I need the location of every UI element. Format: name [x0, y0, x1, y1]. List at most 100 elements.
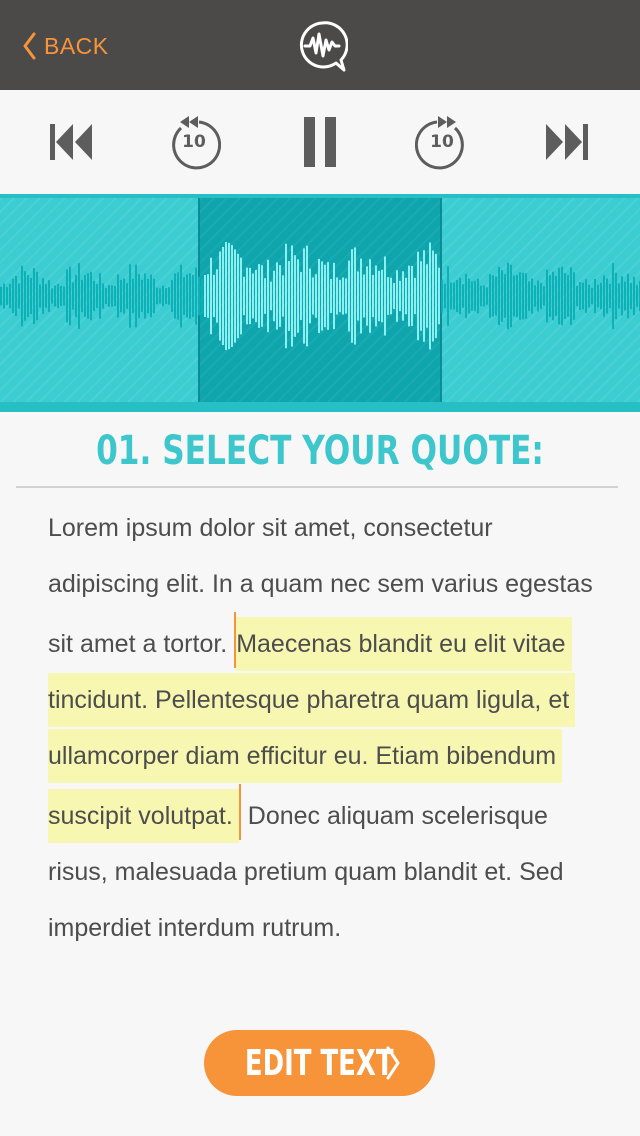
waveform-bar — [177, 272, 179, 320]
waveform-bar — [312, 277, 314, 315]
waveform-bar — [567, 275, 569, 317]
waveform-bar — [315, 274, 317, 318]
waveform-bar — [510, 264, 512, 328]
waveform-bar — [204, 274, 206, 318]
waveform-bar — [48, 280, 50, 312]
waveform-bar — [318, 258, 320, 334]
waveform-bar — [630, 282, 632, 310]
waveform-bar — [345, 278, 347, 314]
forward-10-label: 10 — [430, 132, 454, 152]
waveform-bar — [417, 251, 419, 341]
waveform-bar — [594, 279, 596, 313]
waveform-bar — [174, 273, 176, 319]
skip-back-icon — [50, 124, 92, 160]
waveform-bar — [123, 278, 125, 314]
skip-back-button[interactable] — [40, 90, 104, 194]
waveform-bar — [99, 273, 101, 319]
waveform-bar — [546, 269, 548, 323]
waveform-bar — [486, 287, 488, 305]
waveform-bar — [336, 277, 338, 315]
waveform-bar — [591, 287, 593, 305]
waveform-bar — [42, 278, 44, 314]
waveform-bar — [366, 266, 368, 326]
waveform-bar — [57, 283, 59, 309]
waveform-bar — [327, 262, 329, 330]
waveform-bar — [78, 263, 80, 329]
waveform-bar — [429, 242, 431, 350]
waveform-bar — [288, 261, 290, 331]
waveform-bar — [24, 271, 26, 321]
waveform-bar — [513, 275, 515, 317]
edit-text-button[interactable]: EDIT TEXT — [204, 1030, 435, 1096]
waveform-bar — [357, 271, 359, 321]
waveform-bar — [6, 287, 8, 305]
waveform-bar — [393, 283, 395, 309]
waveform-bar — [186, 274, 188, 318]
waveform-bar — [135, 264, 137, 328]
waveform-bar — [51, 288, 53, 304]
waveform-bar — [285, 243, 287, 349]
waveform-bar — [411, 265, 413, 327]
waveform-bar — [447, 266, 449, 326]
waveform-bar — [339, 279, 341, 313]
waveform-bar — [372, 274, 374, 318]
chevron-right-icon — [386, 1046, 400, 1080]
waveform-bar — [3, 283, 5, 309]
waveform-bar — [228, 242, 230, 350]
waveform-bar — [405, 277, 407, 315]
forward-10-button[interactable]: 10 — [410, 90, 474, 194]
waveform-bar — [423, 250, 425, 342]
waveform-bar — [396, 270, 398, 322]
waveform-bar — [84, 275, 86, 317]
waveform-bar — [354, 247, 356, 345]
waveform-bar — [450, 282, 452, 310]
waveform-bar — [555, 276, 557, 316]
audio-waveform[interactable] — [0, 194, 640, 412]
waveform-bar — [264, 278, 266, 314]
back-label: BACK — [44, 32, 109, 59]
skip-forward-button[interactable] — [534, 90, 598, 194]
waveform-bar — [237, 253, 239, 339]
waveform-bar — [249, 267, 251, 325]
waveform-bar — [87, 273, 89, 319]
waveform-bar — [465, 273, 467, 319]
waveform-bar — [381, 269, 383, 323]
waveform-bar — [474, 280, 476, 312]
waveform-bar — [219, 251, 221, 341]
waveform-bar — [549, 275, 551, 317]
waveform-bar — [54, 285, 56, 307]
waveform-bar — [267, 259, 269, 333]
waveform-bar — [216, 269, 218, 323]
waveform-bar — [0, 286, 2, 306]
waveform-bar — [624, 281, 626, 311]
waveform-bar — [531, 278, 533, 314]
waveform-bar — [330, 278, 332, 314]
waveform-bar — [378, 270, 380, 322]
waveform-bar — [225, 241, 227, 351]
rewind-10-button[interactable]: 10 — [162, 90, 226, 194]
waveform-bar — [612, 263, 614, 329]
quote-text[interactable]: Lorem ipsum dolor sit amet, consectetur … — [48, 500, 608, 956]
skip-forward-icon — [546, 124, 588, 160]
waveform-bar — [471, 281, 473, 311]
pause-icon — [304, 117, 336, 167]
waveform-bar — [522, 272, 524, 320]
waveform-bar — [207, 274, 209, 318]
waveform-bar — [252, 273, 254, 319]
waveform-bar — [441, 279, 443, 313]
waveform-bar — [525, 273, 527, 319]
waveform-bar — [585, 279, 587, 313]
waveform-bar — [561, 266, 563, 326]
playback-controls: 10 10 — [0, 90, 640, 194]
waveform-bar — [324, 264, 326, 328]
back-button[interactable]: BACK — [22, 26, 109, 66]
waveform-bar — [222, 246, 224, 346]
waveform-bar — [420, 261, 422, 331]
waveform-bar — [588, 284, 590, 308]
waveform-bar — [516, 274, 518, 318]
waveform-bar — [105, 287, 107, 305]
waveform-bar — [636, 285, 638, 307]
waveform-bar — [606, 278, 608, 314]
pause-button[interactable] — [288, 90, 352, 194]
waveform-bar — [453, 282, 455, 310]
